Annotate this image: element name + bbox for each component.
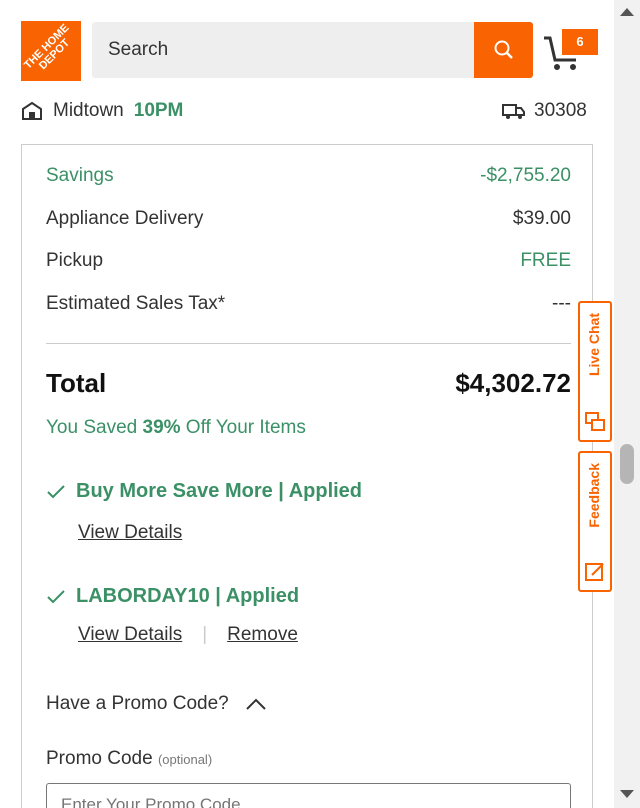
- savings-value: -$2,755.20: [480, 165, 571, 186]
- logo-text: THE HOME DEPOT: [21, 21, 73, 73]
- sales-tax-label: Estimated Sales Tax*: [46, 293, 226, 314]
- pickup-value: FREE: [520, 250, 571, 271]
- order-summary: Savings -$2,755.20 Appliance Delivery $3…: [21, 144, 593, 808]
- promo-code-toggle[interactable]: Have a Promo Code?: [46, 693, 267, 715]
- total-label: Total: [46, 368, 107, 398]
- promo-applied-1: Buy More Save More | Applied: [46, 480, 362, 503]
- promo-code-input[interactable]: [47, 784, 570, 808]
- store-selector[interactable]: Midtown 10PM: [21, 100, 183, 122]
- search-button[interactable]: [474, 22, 533, 78]
- feedback-label: Feedback: [586, 463, 602, 528]
- home-depot-logo[interactable]: THE HOME DEPOT: [21, 21, 81, 81]
- view-details-link[interactable]: View Details: [78, 522, 182, 544]
- saved-suffix: Off Your Items: [180, 417, 306, 438]
- cart-button[interactable]: 6: [542, 28, 598, 72]
- checkmark-icon: [47, 484, 65, 498]
- store-bar: Midtown 10PM 30308: [0, 90, 614, 138]
- scroll-down-arrow[interactable]: [620, 790, 634, 798]
- promo-1-actions: View Details: [78, 522, 182, 544]
- feedback-icon: [585, 563, 604, 581]
- promo-applied-2: LABORDAY10 | Applied: [46, 585, 299, 608]
- appliance-delivery-row: Appliance Delivery $39.00: [46, 208, 571, 230]
- store-close-time: 10PM: [133, 100, 184, 121]
- promo-title: LABORDAY10 | Applied: [76, 585, 300, 607]
- savings-row: Savings -$2,755.20: [46, 165, 571, 187]
- search-field[interactable]: [92, 22, 476, 78]
- promo-question: Have a Promo Code?: [46, 693, 229, 714]
- live-chat-label: Live Chat: [586, 313, 602, 377]
- total-value: $4,302.72: [455, 368, 571, 398]
- cart-count-badge: 6: [562, 29, 598, 55]
- sales-tax-value: ---: [552, 293, 571, 314]
- total-row: Total $4,302.72: [46, 368, 571, 399]
- sales-tax-row: Estimated Sales Tax* ---: [46, 293, 571, 315]
- search-icon: [494, 40, 513, 59]
- promo-label-text: Promo Code: [46, 748, 153, 769]
- savings-message: You Saved 39% Off Your Items: [46, 417, 306, 439]
- saved-prefix: You Saved: [46, 417, 143, 438]
- separator: |: [202, 624, 208, 645]
- pickup-label: Pickup: [46, 250, 104, 271]
- delivery-zip-selector[interactable]: 30308: [502, 100, 587, 122]
- promo-code-field[interactable]: [46, 783, 571, 808]
- view-details-link[interactable]: View Details: [78, 624, 182, 646]
- divider: [46, 343, 571, 344]
- savings-label: Savings: [46, 165, 114, 186]
- remove-promo-link[interactable]: Remove: [227, 624, 298, 646]
- store-icon: [22, 101, 42, 120]
- feedback-tab[interactable]: Feedback: [578, 451, 612, 592]
- scrollbar-thumb[interactable]: [620, 444, 634, 484]
- optional-note: (optional): [157, 752, 213, 767]
- store-name: Midtown: [53, 100, 124, 121]
- chevron-up-icon: [246, 698, 266, 710]
- scrollbar[interactable]: [614, 0, 640, 808]
- promo-2-actions: View Details | Remove: [78, 624, 298, 646]
- truck-icon: [502, 104, 525, 119]
- pickup-row: Pickup FREE: [46, 250, 571, 272]
- checkmark-icon: [47, 589, 65, 603]
- scroll-up-arrow[interactable]: [620, 8, 634, 16]
- chat-icon: [585, 412, 605, 431]
- promo-code-label: Promo Code (optional): [46, 748, 212, 770]
- promo-title: Buy More Save More | Applied: [76, 480, 363, 502]
- search-input[interactable]: [92, 22, 476, 78]
- saved-percent: 39%: [142, 417, 181, 438]
- site-header: THE HOME DEPOT 6: [0, 0, 614, 90]
- appliance-delivery-label: Appliance Delivery: [46, 208, 204, 229]
- zip-code: 30308: [534, 100, 587, 121]
- appliance-delivery-value: $39.00: [512, 208, 571, 229]
- live-chat-tab[interactable]: Live Chat: [578, 301, 612, 442]
